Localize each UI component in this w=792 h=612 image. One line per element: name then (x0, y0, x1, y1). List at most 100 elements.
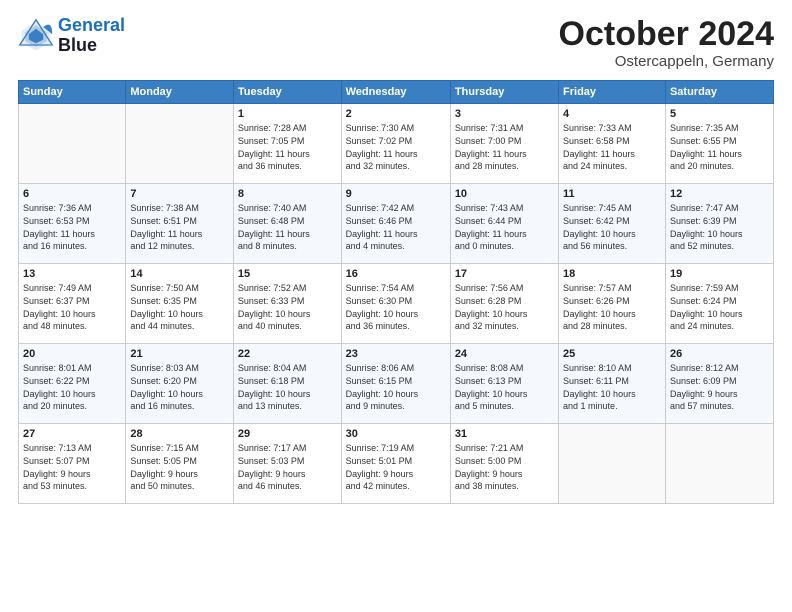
day-info: Sunrise: 7:31 AMSunset: 7:00 PMDaylight:… (455, 122, 554, 172)
day-info: Sunrise: 7:35 AMSunset: 6:55 PMDaylight:… (670, 122, 769, 172)
calendar-week-0: 1Sunrise: 7:28 AMSunset: 7:05 PMDaylight… (19, 104, 774, 184)
month-title: October 2024 (559, 16, 774, 53)
calendar-cell: 24 Sunrise: 8:08 AMSunset: 6:13 PMDayligh… (450, 344, 558, 424)
day-number: 28 (130, 428, 229, 440)
day-number: 25 (563, 348, 661, 360)
day-info: Sunrise: 8:08 AMSunset: 6:13 PMDaylight:… (455, 362, 554, 412)
day-info: Sunrise: 7:56 AMSunset: 6:28 PMDaylight:… (455, 282, 554, 332)
day-number: 15 (238, 268, 337, 280)
calendar-table: Sunday Monday Tuesday Wednesday Thursday… (18, 80, 774, 504)
calendar-cell: 9 Sunrise: 7:42 AMSunset: 6:46 PMDaylight… (341, 184, 450, 264)
day-info: Sunrise: 7:49 AMSunset: 6:37 PMDaylight:… (23, 282, 121, 332)
day-info: Sunrise: 7:40 AMSunset: 6:48 PMDaylight:… (238, 202, 337, 252)
calendar-cell: 8 Sunrise: 7:40 AMSunset: 6:48 PMDaylight… (233, 184, 341, 264)
day-info: Sunrise: 7:42 AMSunset: 6:46 PMDaylight:… (346, 202, 446, 252)
logo: General Blue (18, 16, 125, 56)
day-info: Sunrise: 7:57 AMSunset: 6:26 PMDaylight:… (563, 282, 661, 332)
day-number: 8 (238, 188, 337, 200)
logo-icon (18, 18, 54, 54)
day-info: Sunrise: 7:59 AMSunset: 6:24 PMDaylight:… (670, 282, 769, 332)
day-number: 3 (455, 108, 554, 120)
day-info: Sunrise: 7:36 AMSunset: 6:53 PMDaylight:… (23, 202, 121, 252)
logo-text: General Blue (58, 16, 125, 56)
col-saturday: Saturday (665, 81, 773, 104)
calendar-week-4: 27 Sunrise: 7:13 AMSunset: 5:07 PMDayligh… (19, 424, 774, 504)
day-info: Sunrise: 7:21 AMSunset: 5:00 PMDaylight:… (455, 442, 554, 492)
col-thursday: Thursday (450, 81, 558, 104)
calendar-cell: 10 Sunrise: 7:43 AMSunset: 6:44 PMDayligh… (450, 184, 558, 264)
day-number: 6 (23, 188, 121, 200)
col-monday: Monday (126, 81, 234, 104)
day-number: 10 (455, 188, 554, 200)
calendar-cell: 4 Sunrise: 7:33 AMSunset: 6:58 PMDaylight… (559, 104, 666, 184)
col-tuesday: Tuesday (233, 81, 341, 104)
day-number: 24 (455, 348, 554, 360)
calendar-cell (126, 104, 234, 184)
day-number: 12 (670, 188, 769, 200)
calendar-cell: 15 Sunrise: 7:52 AMSunset: 6:33 PMDayligh… (233, 264, 341, 344)
calendar-cell: 12 Sunrise: 7:47 AMSunset: 6:39 PMDayligh… (665, 184, 773, 264)
title-block: October 2024 Ostercappeln, Germany (559, 16, 774, 70)
day-number: 7 (130, 188, 229, 200)
day-info: Sunrise: 8:04 AMSunset: 6:18 PMDaylight:… (238, 362, 337, 412)
day-number: 4 (563, 108, 661, 120)
day-number: 1 (238, 108, 337, 120)
calendar-cell: 13 Sunrise: 7:49 AMSunset: 6:37 PMDayligh… (19, 264, 126, 344)
col-wednesday: Wednesday (341, 81, 450, 104)
day-number: 11 (563, 188, 661, 200)
col-sunday: Sunday (19, 81, 126, 104)
calendar-cell (665, 424, 773, 504)
day-info: Sunrise: 7:43 AMSunset: 6:44 PMDaylight:… (455, 202, 554, 252)
day-number: 31 (455, 428, 554, 440)
calendar-cell: 30Sunrise: 7:19 AMSunset: 5:01 PMDayligh… (341, 424, 450, 504)
calendar-cell: 29 Sunrise: 7:17 AMSunset: 5:03 PMDayligh… (233, 424, 341, 504)
calendar-cell: 21Sunrise: 8:03 AMSunset: 6:20 PMDayligh… (126, 344, 234, 424)
day-number: 16 (346, 268, 446, 280)
day-info: Sunrise: 7:13 AMSunset: 5:07 PMDaylight:… (23, 442, 121, 492)
col-friday: Friday (559, 81, 666, 104)
day-number: 5 (670, 108, 769, 120)
day-info: Sunrise: 7:50 AMSunset: 6:35 PMDaylight:… (130, 282, 229, 332)
calendar-cell (559, 424, 666, 504)
calendar-cell: 16Sunrise: 7:54 AMSunset: 6:30 PMDayligh… (341, 264, 450, 344)
day-info: Sunrise: 7:30 AMSunset: 7:02 PMDaylight:… (346, 122, 446, 172)
day-number: 9 (346, 188, 446, 200)
calendar-cell: 19Sunrise: 7:59 AMSunset: 6:24 PMDayligh… (665, 264, 773, 344)
calendar-cell: 11 Sunrise: 7:45 AMSunset: 6:42 PMDayligh… (559, 184, 666, 264)
calendar-cell: 14Sunrise: 7:50 AMSunset: 6:35 PMDayligh… (126, 264, 234, 344)
day-info: Sunrise: 7:45 AMSunset: 6:42 PMDaylight:… (563, 202, 661, 252)
calendar-cell: 17 Sunrise: 7:56 AMSunset: 6:28 PMDayligh… (450, 264, 558, 344)
day-number: 27 (23, 428, 121, 440)
calendar-header-row: Sunday Monday Tuesday Wednesday Thursday… (19, 81, 774, 104)
day-info: Sunrise: 7:33 AMSunset: 6:58 PMDaylight:… (563, 122, 661, 172)
header: General Blue October 2024 Ostercappeln, … (18, 16, 774, 70)
calendar-week-1: 6 Sunrise: 7:36 AMSunset: 6:53 PMDaylight… (19, 184, 774, 264)
day-number: 29 (238, 428, 337, 440)
day-info: Sunrise: 8:01 AMSunset: 6:22 PMDaylight:… (23, 362, 121, 412)
calendar-cell: 25Sunrise: 8:10 AMSunset: 6:11 PMDayligh… (559, 344, 666, 424)
calendar-cell: 20Sunrise: 8:01 AMSunset: 6:22 PMDayligh… (19, 344, 126, 424)
day-info: Sunrise: 7:15 AMSunset: 5:05 PMDaylight:… (130, 442, 229, 492)
day-info: Sunrise: 7:38 AMSunset: 6:51 PMDaylight:… (130, 202, 229, 252)
day-number: 23 (346, 348, 446, 360)
calendar-cell: 23 Sunrise: 8:06 AMSunset: 6:15 PMDayligh… (341, 344, 450, 424)
calendar-cell: 22Sunrise: 8:04 AMSunset: 6:18 PMDayligh… (233, 344, 341, 424)
calendar-week-2: 13 Sunrise: 7:49 AMSunset: 6:37 PMDayligh… (19, 264, 774, 344)
day-info: Sunrise: 8:03 AMSunset: 6:20 PMDaylight:… (130, 362, 229, 412)
calendar-cell: 31 Sunrise: 7:21 AMSunset: 5:00 PMDayligh… (450, 424, 558, 504)
page: General Blue October 2024 Ostercappeln, … (0, 0, 792, 514)
day-info: Sunrise: 8:06 AMSunset: 6:15 PMDaylight:… (346, 362, 446, 412)
calendar-cell: 27 Sunrise: 7:13 AMSunset: 5:07 PMDayligh… (19, 424, 126, 504)
day-info: Sunrise: 7:52 AMSunset: 6:33 PMDaylight:… (238, 282, 337, 332)
day-number: 13 (23, 268, 121, 280)
day-number: 17 (455, 268, 554, 280)
calendar-cell: 7 Sunrise: 7:38 AMSunset: 6:51 PMDaylight… (126, 184, 234, 264)
day-info: Sunrise: 7:47 AMSunset: 6:39 PMDaylight:… (670, 202, 769, 252)
day-info: Sunrise: 8:12 AMSunset: 6:09 PMDaylight:… (670, 362, 769, 412)
day-number: 26 (670, 348, 769, 360)
calendar-cell: 6 Sunrise: 7:36 AMSunset: 6:53 PMDaylight… (19, 184, 126, 264)
calendar-cell: 5 Sunrise: 7:35 AMSunset: 6:55 PMDaylight… (665, 104, 773, 184)
day-info: Sunrise: 7:17 AMSunset: 5:03 PMDaylight:… (238, 442, 337, 492)
calendar-cell: 18Sunrise: 7:57 AMSunset: 6:26 PMDayligh… (559, 264, 666, 344)
day-number: 2 (346, 108, 446, 120)
